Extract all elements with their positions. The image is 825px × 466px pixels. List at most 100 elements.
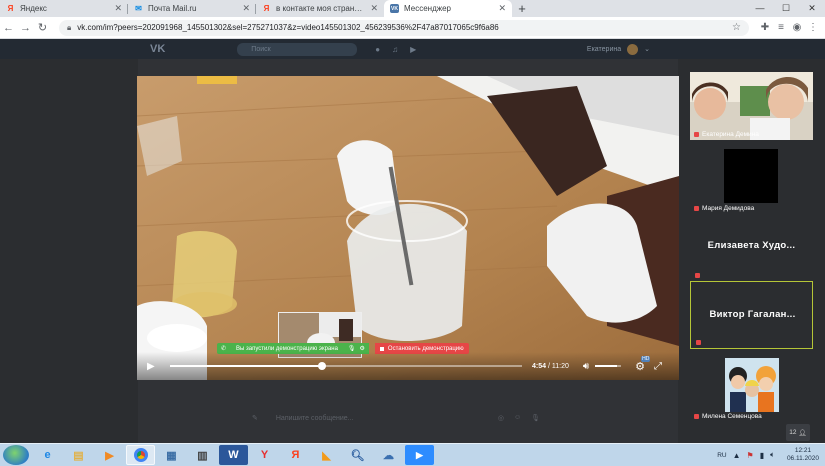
yandex-icon: Я: [7, 4, 14, 13]
clock-time: 12:21: [794, 447, 812, 454]
volume-icon[interactable]: 🔊︎: [583, 361, 589, 372]
participant-name: Мария Демидова: [694, 205, 754, 212]
volume-tray-icon[interactable]: 🔈︎: [770, 450, 775, 460]
current-time: 4:54: [532, 362, 547, 370]
seek-bar[interactable]: [170, 362, 522, 370]
windows-taskbar: e ▤ ▶ ▦ ▥ W Y Я ◣ 🔍︎ ☁ ▶ RU ▲ ⚑ ▮ 🔈︎ 12:…: [0, 443, 825, 466]
back-icon[interactable]: ←: [0, 22, 17, 34]
menu-icon[interactable]: ⋮: [805, 22, 821, 33]
tab-messenger[interactable]: VK Мессенджер ✕: [384, 0, 512, 17]
message-input[interactable]: Напишите сообщение...: [276, 415, 354, 422]
fullscreen-icon[interactable]: ⤢: [654, 361, 662, 372]
video-player[interactable]: ✆ Вы запустили демонстрацию экрана 🎙︎ ⚙ …: [137, 76, 679, 380]
new-tab-button[interactable]: +: [512, 0, 532, 17]
microphone-icon[interactable]: 🎙︎: [348, 345, 356, 352]
participant-name-large: Елизавета Худо...: [707, 240, 796, 251]
close-tab-icon[interactable]: ✕: [114, 3, 122, 14]
bell-icon[interactable]: ●: [375, 45, 380, 54]
close-tab-icon[interactable]: ✕: [242, 3, 250, 14]
seek-handle[interactable]: [318, 362, 327, 370]
mic-muted-icon: [694, 414, 699, 419]
mic-muted-icon: [696, 340, 701, 345]
language-indicator[interactable]: RU: [717, 452, 726, 459]
vk-search-input[interactable]: Поиск: [237, 42, 358, 56]
vk-header: VK Поиск ● ♫ ▶ Екатерина ⌄: [0, 39, 825, 59]
word-icon[interactable]: W: [219, 445, 248, 465]
play-icon[interactable]: ▶: [410, 45, 416, 54]
flag-app-icon[interactable]: ◣: [312, 445, 341, 465]
play-button[interactable]: ▶: [147, 361, 157, 372]
emoji-icon[interactable]: ☺: [514, 414, 521, 422]
start-button[interactable]: [3, 445, 29, 465]
participant-tile[interactable]: Екатерина Демина: [690, 72, 813, 140]
reload-icon[interactable]: ↻: [34, 21, 51, 34]
network-app-icon[interactable]: ☁: [374, 445, 403, 465]
close-tab-icon[interactable]: ✕: [498, 3, 506, 14]
screen-share-status-text: Вы запустили демонстрацию экрана: [236, 345, 338, 352]
participant-video-off: [724, 149, 778, 203]
url-text: vk.com/im?peers=202091968_145501302&sel=…: [77, 23, 499, 32]
camera-icon[interactable]: ◎: [498, 414, 504, 422]
window-controls: — ☐ ✕: [747, 0, 825, 17]
mic-muted-icon: [694, 206, 699, 211]
maximize-icon[interactable]: ☐: [773, 0, 799, 17]
tab-yandex[interactable]: Я Яндекс ✕: [0, 0, 128, 17]
vk-icon: VK: [390, 4, 399, 13]
vk-user-menu[interactable]: Екатерина ⌄: [586, 43, 650, 55]
extensions-icon[interactable]: ✚: [757, 22, 773, 33]
hd-badge: HD: [641, 355, 651, 362]
participant-name-text: Мария Демидова: [702, 205, 755, 212]
timecode: 4:54 / 11:20: [532, 363, 569, 370]
close-window-icon[interactable]: ✕: [799, 0, 825, 17]
tab-title: Почта Mail.ru: [148, 4, 197, 13]
participant-tile[interactable]: Елизавета Худо...: [690, 213, 813, 281]
participant-tile[interactable]: Мария Демидова: [690, 146, 813, 214]
yandex-browser-icon[interactable]: Y: [250, 445, 279, 465]
clock[interactable]: 12:21 06.11.2020: [787, 447, 819, 463]
system-tray: RU ▲ ⚑ ▮ 🔈︎ 12:21 06.11.2020: [717, 447, 819, 463]
taskbar-apps: e ▤ ▶ ▦ ▥ W Y Я ◣ 🔍︎ ☁ ▶: [33, 445, 434, 465]
chrome-icon[interactable]: [126, 445, 155, 465]
chevron-down-icon: ⌄: [644, 46, 650, 53]
show-hidden-icons-icon[interactable]: ▲: [733, 451, 741, 460]
calculator-icon[interactable]: ▥: [188, 445, 217, 465]
participant-avatar: [690, 354, 813, 422]
call-participants: Екатерина Демина Мария Демидова Елизавет…: [690, 72, 813, 422]
media-control-icon[interactable]: ≡: [773, 22, 789, 33]
network-icon[interactable]: ▮: [760, 451, 764, 460]
address-bar[interactable]: 🔒︎ vk.com/im?peers=202091968_145501302&s…: [59, 19, 749, 36]
profile-icon[interactable]: ◉: [789, 22, 805, 33]
participant-name: Екатерина Демина: [694, 131, 759, 138]
bookmark-star-icon[interactable]: ☆: [732, 22, 741, 33]
participant-tile[interactable]: Милена Семенцова: [690, 354, 813, 422]
tab-title: Яндекс: [20, 4, 47, 13]
quality-settings-icon[interactable]: ⚙ HD: [635, 355, 651, 373]
stop-screen-share-label: Остановить демонстрацию: [387, 345, 464, 352]
search-app-icon[interactable]: 🔍︎: [343, 445, 372, 465]
close-tab-icon[interactable]: ✕: [370, 3, 378, 14]
tab-mail[interactable]: ✉ Почта Mail.ru ✕: [128, 0, 256, 17]
vk-logo-icon[interactable]: VK: [150, 43, 165, 55]
media-player-icon[interactable]: ▶: [95, 445, 124, 465]
attach-icon[interactable]: ✎: [252, 414, 258, 422]
vk-user-name: Екатерина: [586, 45, 622, 53]
music-icon[interactable]: ♫: [392, 45, 398, 54]
file-explorer-icon[interactable]: ▤: [64, 445, 93, 465]
zoom-icon[interactable]: ▶: [405, 445, 434, 465]
volume-slider[interactable]: [595, 365, 622, 367]
video-controls: ▶ 4:54 / 11:20 🔊︎ ⚙ HD ⤢: [137, 352, 679, 380]
forward-icon[interactable]: →: [17, 22, 34, 34]
clock-date: 06.11.2020: [786, 455, 819, 462]
yandex-icon[interactable]: Я: [281, 445, 310, 465]
flag-icon[interactable]: ⚑: [747, 451, 754, 460]
settings-icon[interactable]: ⚙: [360, 345, 365, 352]
internet-explorer-icon[interactable]: e: [33, 445, 62, 465]
toolbar-actions: ✚ ≡ ◉ ⋮: [757, 22, 821, 33]
participants-count: 12: [789, 429, 797, 436]
participants-count-button[interactable]: 12 👤︎: [786, 424, 810, 441]
documents-icon[interactable]: ▦: [157, 445, 186, 465]
minimize-icon[interactable]: —: [747, 0, 773, 17]
participant-tile-selected[interactable]: Виктор Гагалан...: [690, 281, 813, 349]
tab-vk-login[interactable]: Я в контакте моя страница вход ... ✕: [256, 0, 384, 17]
microphone-icon[interactable]: 🎙︎: [531, 414, 540, 422]
